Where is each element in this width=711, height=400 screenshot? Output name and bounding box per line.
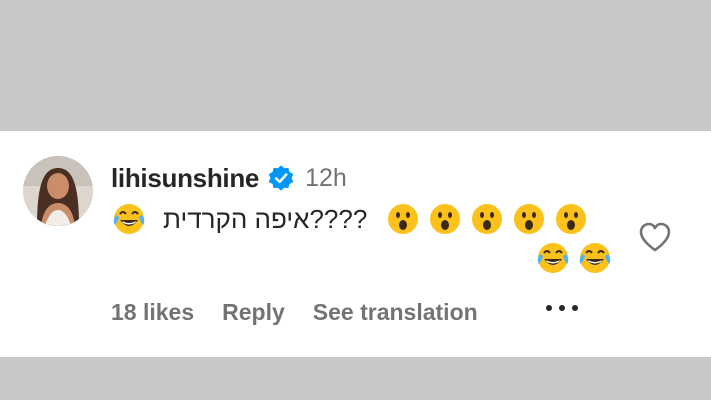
avatar-image [23, 156, 93, 226]
see-translation-button[interactable]: See translation [313, 299, 478, 326]
face-with-open-mouth-icon [514, 204, 545, 234]
comment-text-line-1: איפה הקרדית???? [111, 199, 589, 239]
heart-outline-icon[interactable] [638, 221, 672, 253]
face-with-tears-of-joy-icon [537, 243, 569, 273]
comment-text: איפה הקרדית???? [163, 203, 368, 234]
reply-button[interactable]: Reply [222, 299, 285, 326]
more-horizontal-icon[interactable] [544, 298, 580, 318]
face-with-open-mouth-icon [430, 204, 461, 234]
comment-card: lihisunshine 12h איפה הקרדית???? 18 like… [0, 131, 711, 357]
face-with-open-mouth-icon [388, 204, 419, 234]
likes-count-button[interactable]: 18 likes [111, 299, 194, 326]
avatar[interactable] [23, 156, 93, 226]
comment-text-line-2 [535, 238, 613, 278]
timestamp: 12h [305, 163, 347, 192]
face-with-open-mouth-icon [472, 204, 503, 234]
face-with-open-mouth-icon [556, 204, 587, 234]
face-with-tears-of-joy-icon [113, 204, 145, 234]
face-with-tears-of-joy-icon [579, 243, 611, 273]
comment-actions: 18 likes Reply See translation [111, 297, 506, 327]
comment-header: lihisunshine 12h [111, 161, 347, 195]
username[interactable]: lihisunshine [111, 163, 259, 194]
verified-badge-icon [268, 165, 294, 191]
